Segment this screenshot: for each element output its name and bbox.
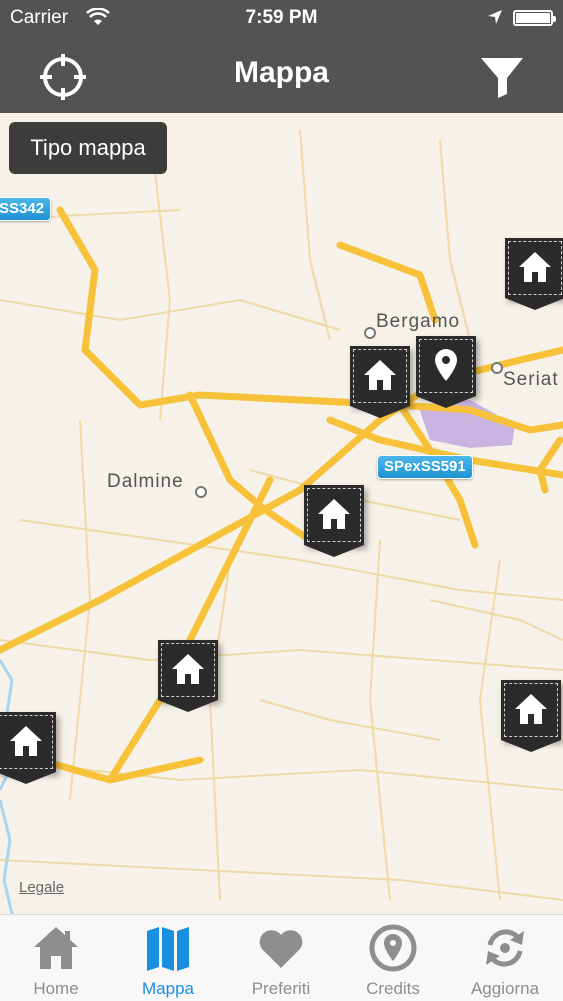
tab-label: Credits: [366, 979, 420, 998]
heart-icon: [259, 930, 303, 968]
map-type-button[interactable]: Tipo mappa: [9, 122, 167, 174]
nav-bar: Mappa: [0, 36, 563, 113]
refresh-icon: [486, 929, 524, 967]
tab-label: Mappa: [142, 979, 194, 998]
location-pin-icon: [435, 349, 457, 381]
map-marker-home[interactable]: [0, 712, 56, 786]
tab-label: Home: [33, 979, 79, 998]
tab-label: Aggiorna: [470, 979, 540, 998]
house-icon: [34, 927, 78, 969]
map-marker-home[interactable]: [304, 485, 364, 559]
place-label-dalmine: Dalmine: [107, 471, 184, 492]
tab-credits[interactable]: Credits: [337, 915, 449, 1001]
map-marker-location[interactable]: [416, 336, 476, 410]
house-icon: [10, 726, 42, 756]
filter-button[interactable]: [477, 52, 527, 102]
road-label-spexss591: SPexSS591: [377, 455, 473, 479]
house-icon: [318, 499, 350, 529]
road-label-ss342: SS342: [0, 197, 52, 221]
place-dot-dalmine: [195, 486, 207, 498]
tab-aggiorna[interactable]: Aggiorna: [449, 915, 561, 1001]
place-dot-bergamo: [364, 327, 376, 339]
map-marker-home[interactable]: [505, 238, 563, 312]
map-view[interactable]: SS342 SPexSS591 Bergamo Seriat Dalmine: [0, 113, 563, 914]
tab-mappa[interactable]: Mappa: [112, 915, 224, 1001]
tab-preferiti[interactable]: Preferiti: [225, 915, 337, 1001]
status-time: 7:59 PM: [245, 7, 318, 28]
map-icon: [147, 927, 189, 971]
tab-bar: Home Mappa Preferiti Credits Aggiorna: [0, 914, 563, 1001]
house-icon: [515, 694, 547, 724]
place-dot-seriate: [491, 362, 503, 374]
credits-pin-icon: [369, 924, 417, 972]
battery-icon: [513, 10, 556, 26]
map-marker-home[interactable]: [158, 640, 218, 714]
house-icon: [172, 654, 204, 684]
house-icon: [364, 360, 396, 390]
map-marker-home[interactable]: [350, 346, 410, 420]
filter-funnel-icon: [481, 58, 523, 98]
map-marker-home[interactable]: [501, 680, 561, 754]
place-label-seriate: Seriat: [503, 369, 559, 390]
tab-home[interactable]: Home: [0, 915, 112, 1001]
battery-fill: [516, 13, 550, 23]
house-icon: [519, 252, 551, 282]
place-label-bergamo: Bergamo: [376, 311, 461, 332]
tab-label: Preferiti: [251, 979, 311, 998]
legal-link[interactable]: Legale: [19, 879, 64, 896]
map-roads: [0, 129, 563, 914]
status-bar: Carrier 7:59 PM: [0, 0, 563, 36]
location-arrow-icon: [488, 10, 502, 24]
